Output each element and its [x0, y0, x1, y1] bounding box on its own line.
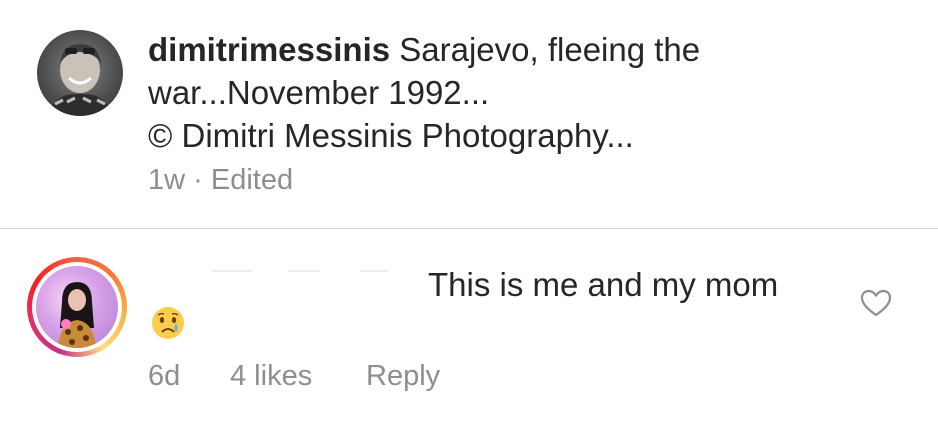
- commenter-avatar-image: [36, 266, 118, 348]
- redacted-username: [200, 268, 390, 274]
- comment-text: This is me and my mom: [428, 266, 779, 303]
- commenter-avatar[interactable]: [27, 257, 127, 357]
- caption-meta: 1w · Edited: [148, 164, 293, 197]
- caption-text: dimitrimessinis Sarajevo, fleeing the wa…: [148, 28, 908, 157]
- caption-timestamp[interactable]: 1w: [148, 164, 185, 196]
- reply-button[interactable]: Reply: [366, 360, 440, 393]
- owner-avatar-image: [47, 44, 113, 116]
- caption-credit: © Dimitri Messinis Photography...: [148, 117, 634, 154]
- meta-separator: ·: [185, 164, 211, 196]
- like-heart-icon[interactable]: [860, 288, 892, 318]
- divider: [0, 228, 938, 229]
- comment-likes-count[interactable]: 4 likes: [230, 360, 312, 393]
- comment-timestamp[interactable]: 6d: [148, 360, 180, 393]
- owner-avatar[interactable]: [37, 30, 123, 116]
- crying-face-emoji: [150, 305, 186, 341]
- caption-username[interactable]: dimitrimessinis: [148, 31, 390, 68]
- post-caption: dimitrimessinis Sarajevo, fleeing the wa…: [0, 0, 938, 228]
- edited-label: Edited: [210, 164, 294, 196]
